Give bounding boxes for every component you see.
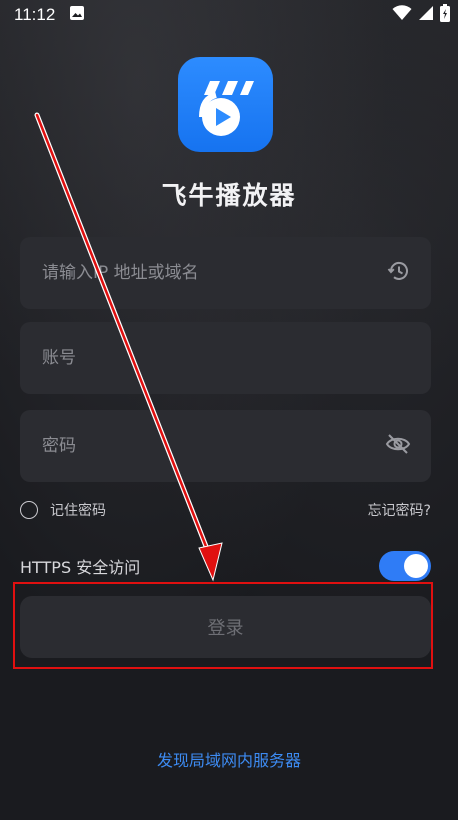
annotation-arrow xyxy=(34,112,223,582)
